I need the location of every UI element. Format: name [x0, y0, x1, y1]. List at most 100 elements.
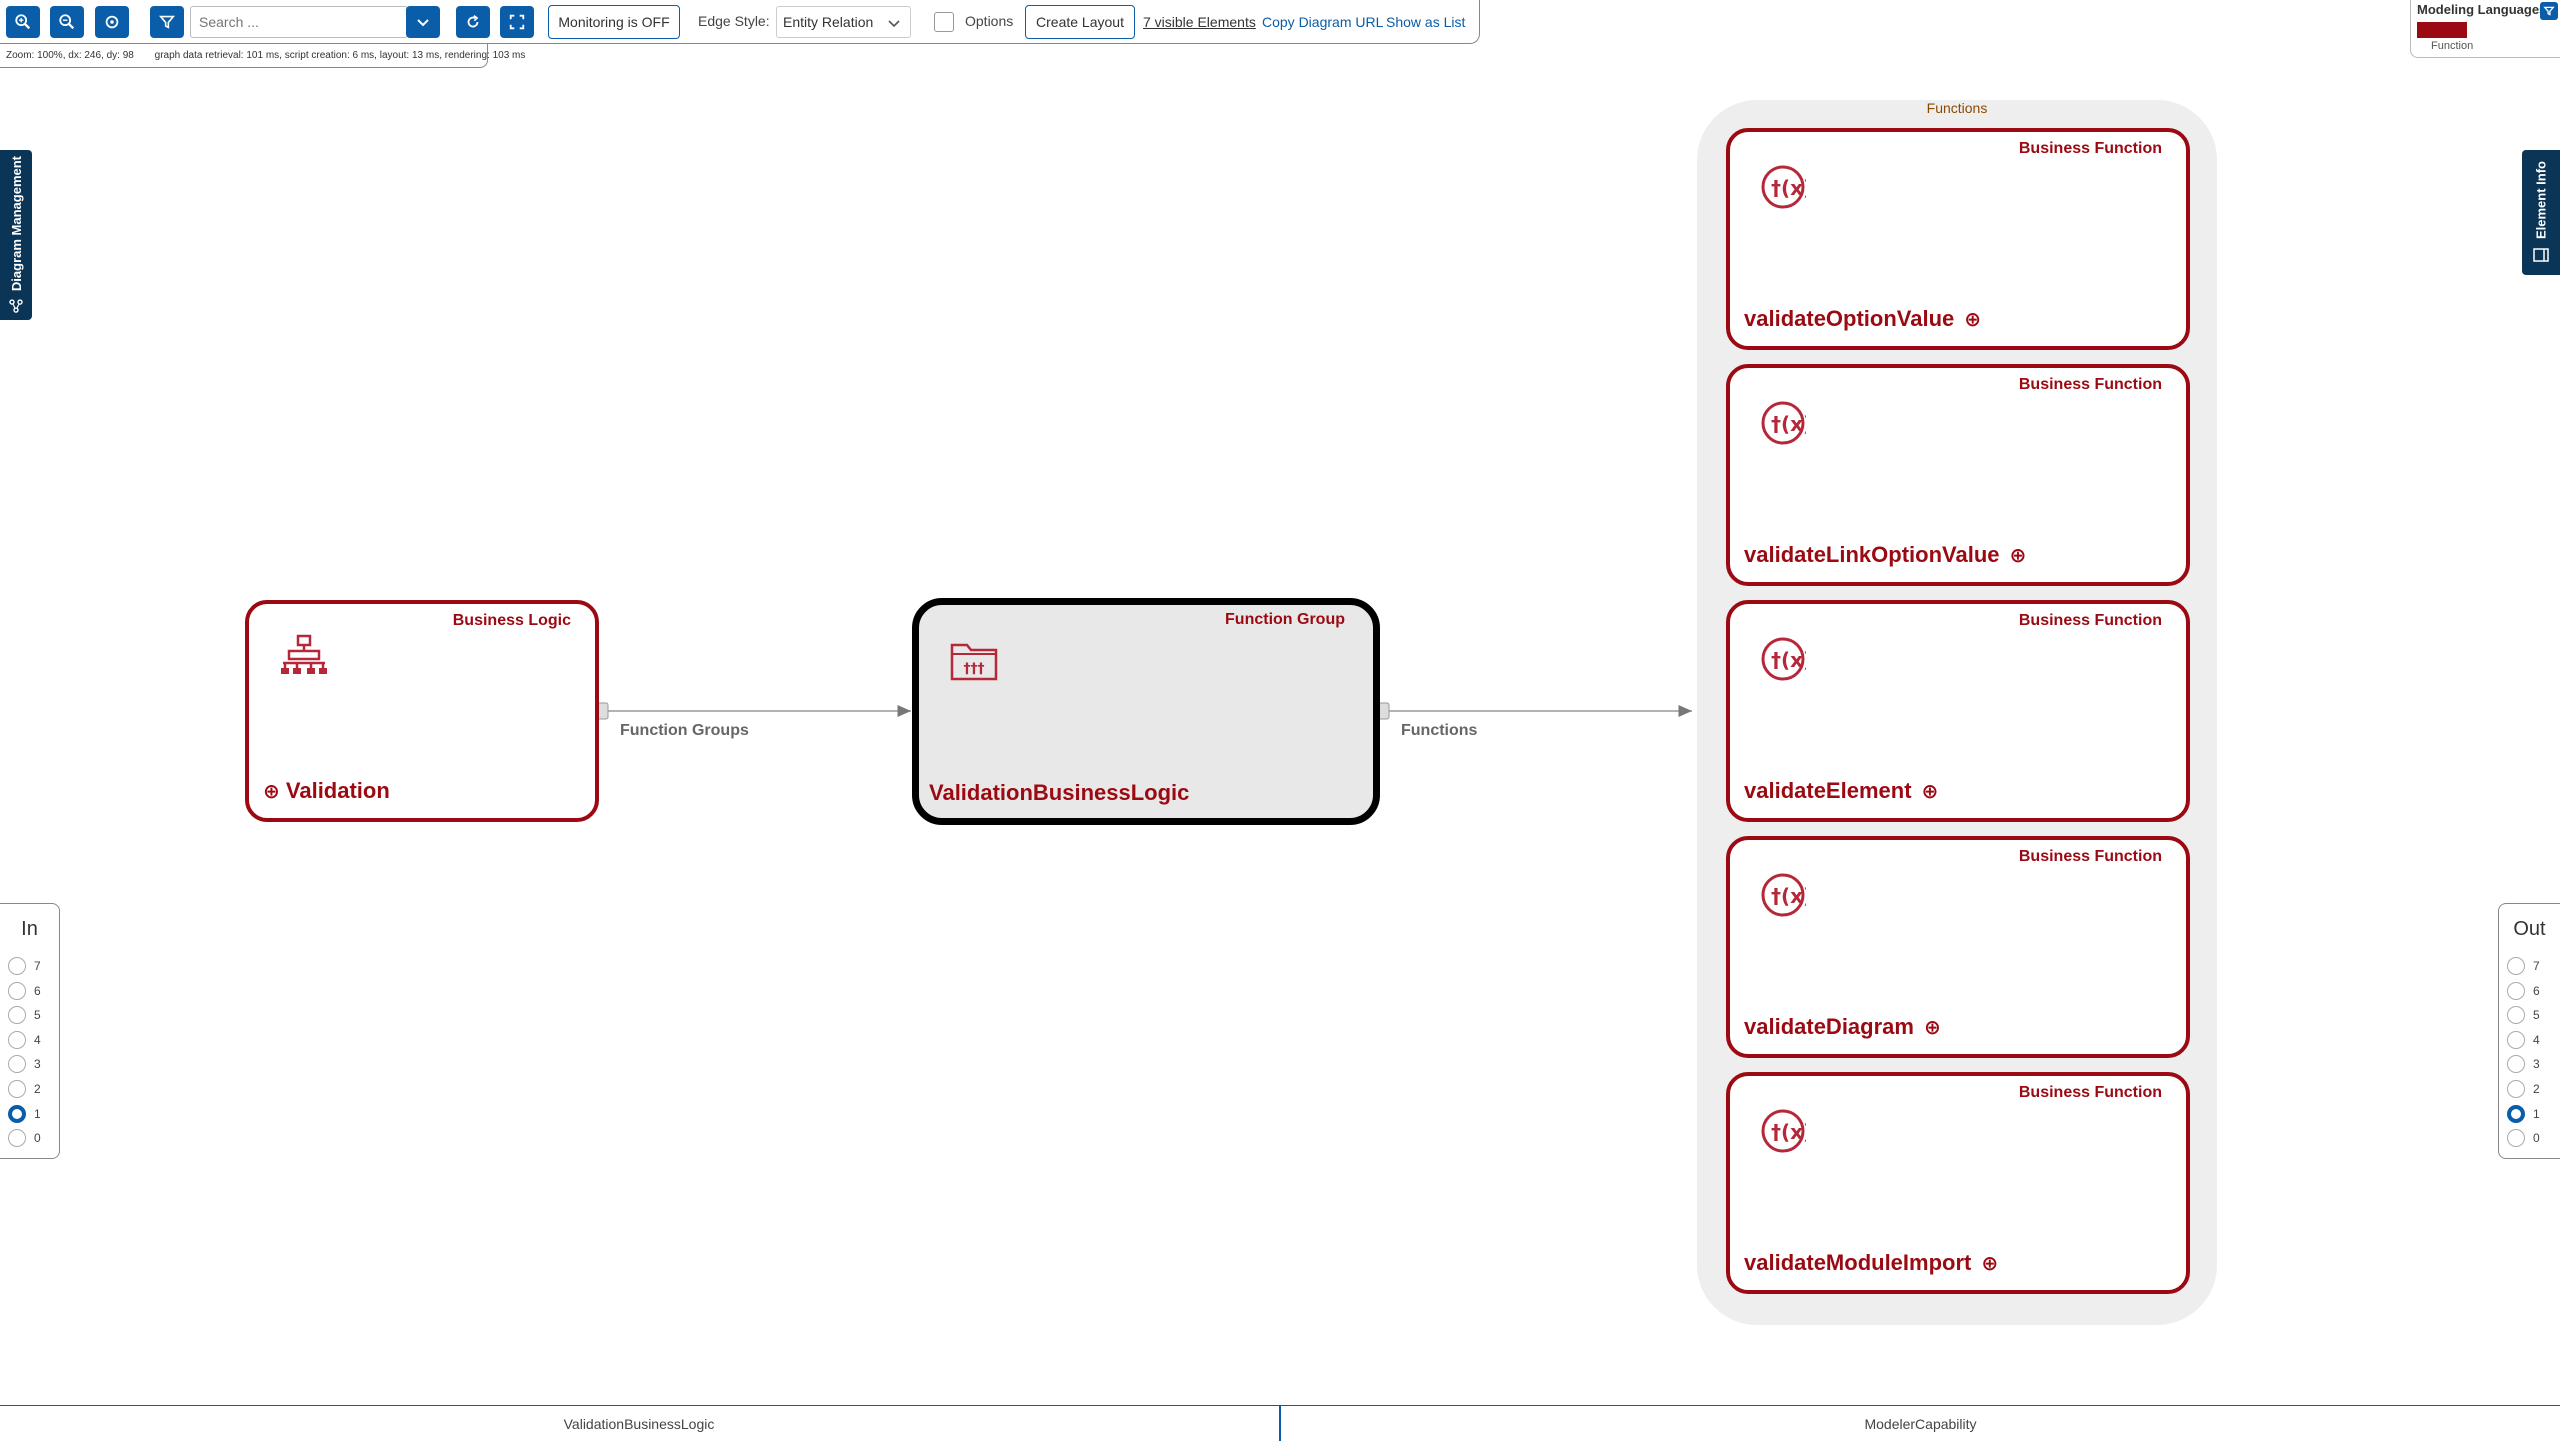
node-type-label: Function Group — [1225, 611, 1345, 628]
in-panel-title: In — [21, 918, 38, 940]
svg-text:†(x): †(x) — [1771, 884, 1806, 908]
function-node[interactable]: Business Function †(x) validateDiagram ⊕ — [1726, 836, 2190, 1058]
radio-label: 0 — [34, 1131, 41, 1146]
zoom-out-icon — [59, 14, 75, 30]
radio-label: 1 — [34, 1106, 41, 1121]
target-icon — [105, 15, 119, 29]
filter-icon — [2543, 6, 2555, 16]
edge-style-select[interactable]: Entity Relation — [776, 6, 911, 38]
in-panel-option[interactable]: 2 — [8, 1079, 41, 1099]
node-label: validateOptionValue — [1744, 306, 1955, 331]
radio-label: 0 — [2533, 1131, 2540, 1146]
function-node[interactable]: Business Function †(x) validateOptionValue… — [1726, 128, 2190, 350]
copy-diagram-url-link[interactable]: Copy Diagram URL — [1262, 14, 1383, 30]
fullscreen-button[interactable] — [500, 6, 534, 38]
status-line: Zoom: 100%, dx: 246, dy: 98 graph data r… — [0, 44, 525, 68]
node-label-row: validateModuleImport ⊕ — [1744, 1250, 1998, 1276]
out-panel-option[interactable]: 5 — [2507, 1005, 2540, 1025]
radio-button[interactable] — [8, 1129, 26, 1148]
radio-button[interactable] — [2507, 1055, 2525, 1074]
out-panel-option[interactable]: 3 — [2507, 1054, 2540, 1074]
element-info-tab[interactable]: Element Info — [2522, 150, 2560, 275]
in-panel-option[interactable]: 6 — [8, 981, 41, 1001]
radio-button[interactable] — [8, 981, 26, 1000]
options-checkbox[interactable] — [934, 12, 954, 32]
radio-label: 4 — [34, 1032, 41, 1047]
function-node[interactable]: Business Function †(x) validateModuleImpor… — [1726, 1072, 2190, 1294]
in-panel-option[interactable]: 4 — [8, 1030, 41, 1050]
modeling-languages-panel: Modeling Languages Function — [2410, 0, 2560, 58]
expand-icon[interactable]: ⊕ — [1981, 1253, 1998, 1275]
legend-swatch-function[interactable] — [2417, 22, 2467, 38]
radio-label: 1 — [2533, 1106, 2540, 1121]
show-as-list-link[interactable]: Show as List — [1386, 14, 1465, 30]
out-panel-option[interactable]: 2 — [2507, 1079, 2540, 1099]
edge-label-function-groups: Function Groups — [620, 722, 749, 739]
expand-icon[interactable]: ⊕ — [1964, 309, 1981, 331]
radio-button[interactable] — [2507, 1030, 2525, 1049]
node-type-label: Business Function — [2018, 848, 2162, 865]
radio-button[interactable] — [8, 1055, 26, 1074]
radio-button[interactable] — [8, 1030, 26, 1049]
radio-button[interactable] — [8, 1006, 26, 1025]
monitoring-button[interactable]: Monitoring is OFF — [548, 5, 680, 39]
element-info-label: Element Info — [2533, 161, 2549, 240]
in-panel-option[interactable]: 7 — [8, 956, 41, 976]
node-label-row: ⊕ Validation — [263, 778, 390, 804]
radio-label: 5 — [2533, 1008, 2540, 1023]
in-panel-option[interactable]: 0 — [8, 1128, 41, 1148]
radio-button[interactable] — [2507, 1006, 2525, 1025]
radio-button[interactable] — [2507, 1080, 2525, 1098]
expand-icon[interactable]: ⊕ — [263, 781, 280, 803]
bottom-tab-validation-business-logic[interactable]: ValidationBusinessLogic — [0, 1406, 1278, 1441]
radio-button[interactable] — [2507, 1129, 2525, 1148]
bottom-tab-modeler-capability[interactable]: ModelerCapability — [1281, 1406, 2560, 1441]
legend-label-function: Function — [2431, 40, 2474, 52]
radio-button[interactable] — [2507, 1104, 2525, 1123]
panel-icon — [2533, 248, 2549, 263]
radio-button[interactable] — [2507, 981, 2525, 1000]
out-panel-option[interactable]: 0 — [2507, 1128, 2540, 1148]
in-panel-option[interactable]: 1 — [8, 1104, 41, 1124]
modeling-languages-title: Modeling Languages — [2417, 2, 2547, 17]
node-type-label: Business Function — [2018, 612, 2162, 629]
refresh-button[interactable] — [456, 6, 490, 38]
node-type-label: Business Function — [2018, 1084, 2162, 1101]
zoom-reset-button[interactable] — [95, 6, 129, 38]
in-panel-option[interactable]: 3 — [8, 1054, 41, 1074]
radio-button[interactable] — [2507, 957, 2525, 975]
radio-button[interactable] — [8, 957, 26, 975]
edge-style-label: Edge Style: — [698, 13, 770, 29]
fullscreen-icon — [509, 14, 525, 30]
visible-elements-link[interactable]: 7 visible Elements — [1143, 14, 1256, 30]
zoom-in-button[interactable] — [6, 6, 40, 38]
node-label-row: validateDiagram ⊕ — [1744, 1014, 1941, 1040]
expand-icon[interactable]: ⊕ — [1922, 781, 1939, 803]
diagram-management-tab[interactable]: Diagram Management — [0, 150, 32, 320]
expand-icon[interactable]: ⊕ — [1924, 1017, 1941, 1039]
search-input[interactable] — [190, 6, 408, 38]
out-panel-option[interactable]: 4 — [2507, 1030, 2540, 1050]
toolbar: Monitoring is OFF Edge Style: Entity Rel… — [0, 0, 1480, 44]
radio-button[interactable] — [8, 1080, 26, 1098]
node-label-row: validateLinkOptionValue ⊕ — [1744, 542, 2026, 568]
out-panel-option[interactable]: 6 — [2507, 981, 2540, 1001]
filter-button[interactable] — [150, 6, 184, 38]
node-label: ValidationBusinessLogic — [929, 780, 1190, 805]
node-validation-business-logic[interactable]: Function Group ††† ValidationBusinessLog… — [912, 598, 1380, 825]
zoom-out-button[interactable] — [50, 6, 84, 38]
function-node[interactable]: Business Function †(x) validateLinkOptionV… — [1726, 364, 2190, 586]
create-layout-button[interactable]: Create Layout — [1025, 5, 1135, 39]
in-panel-option[interactable]: 5 — [8, 1005, 41, 1025]
node-validation[interactable]: Business Logic ⊕ Validation — [245, 600, 599, 822]
svg-text:†(x): †(x) — [1771, 648, 1806, 672]
node-label: validateDiagram — [1744, 1014, 1914, 1039]
function-node[interactable]: Business Function †(x) validateElement ⊕ — [1726, 600, 2190, 822]
node-label: validateLinkOptionValue — [1744, 542, 2000, 567]
search-dropdown-button[interactable] — [406, 6, 440, 38]
radio-button[interactable] — [8, 1104, 26, 1123]
modeling-languages-filter-button[interactable] — [2540, 2, 2558, 20]
out-panel-option[interactable]: 7 — [2507, 956, 2540, 976]
expand-icon[interactable]: ⊕ — [2010, 545, 2027, 567]
out-panel-option[interactable]: 1 — [2507, 1104, 2540, 1124]
